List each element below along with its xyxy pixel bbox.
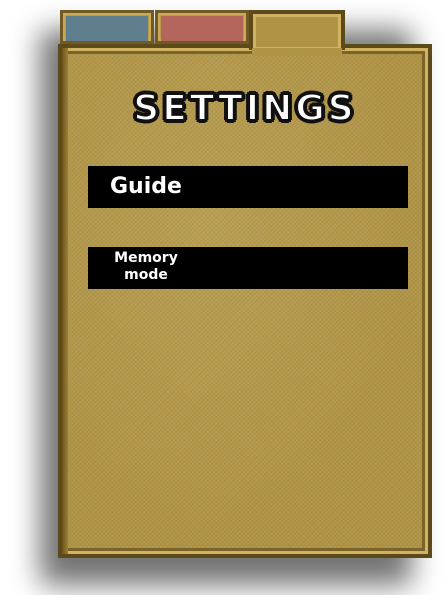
guide-button[interactable]: Guide bbox=[88, 166, 408, 208]
memory-mode-button-label: Memory mode bbox=[114, 250, 178, 283]
tab-blue[interactable] bbox=[60, 10, 154, 44]
page-title: SETTINGS bbox=[132, 87, 357, 130]
guide-button-label: Guide bbox=[110, 174, 182, 199]
tab-red-fill bbox=[161, 16, 243, 41]
settings-screen: SETTINGS Guide Memory mode bbox=[0, 0, 447, 595]
tab-red[interactable] bbox=[155, 10, 249, 44]
tab-blue-fill bbox=[66, 16, 148, 41]
memory-mode-button[interactable]: Memory mode bbox=[88, 247, 408, 289]
tab-settings[interactable] bbox=[249, 10, 345, 56]
